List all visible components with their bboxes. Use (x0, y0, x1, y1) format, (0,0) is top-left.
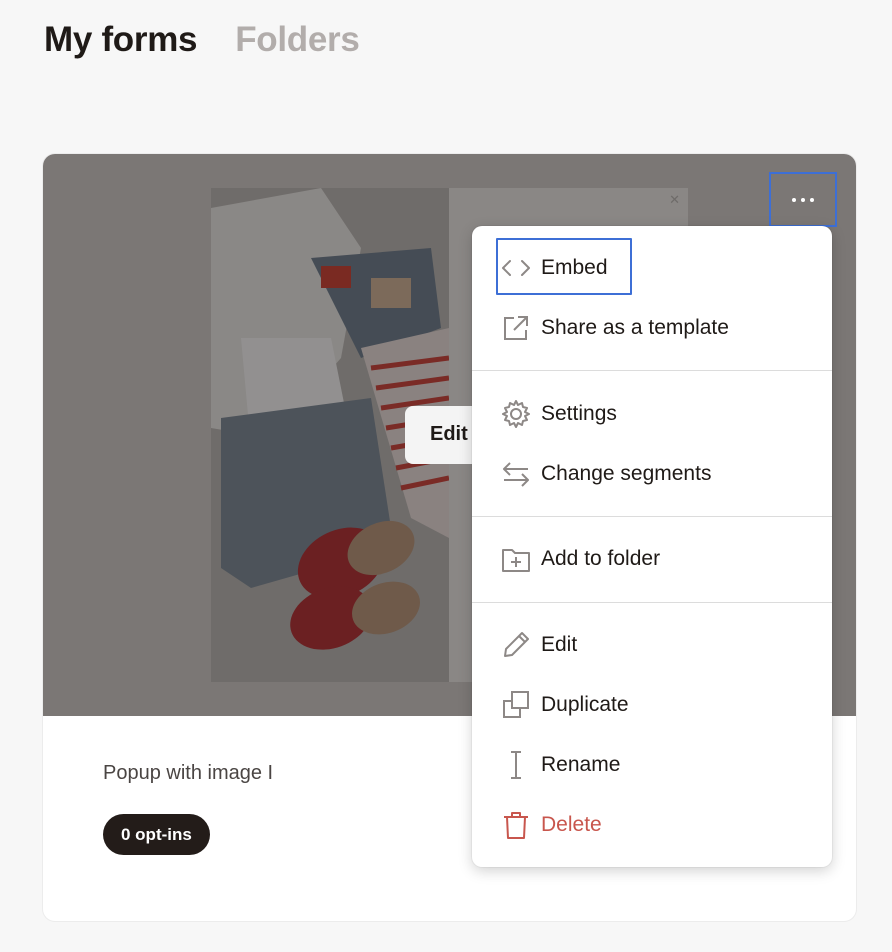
trash-icon (504, 812, 528, 839)
menu-item-label: Embed (541, 256, 608, 279)
menu-item-label: Share as a template (541, 316, 729, 339)
menu-item-share-template[interactable]: Share as a template (472, 298, 832, 358)
external-link-icon (504, 316, 528, 340)
menu-item-label: Duplicate (541, 693, 629, 716)
more-options-button[interactable] (769, 172, 837, 227)
tabs: My forms Folders (44, 20, 360, 60)
menu-item-label: Settings (541, 402, 617, 425)
menu-item-rename[interactable]: Rename (472, 735, 832, 795)
menu-item-settings[interactable]: Settings (472, 384, 832, 444)
pencil-icon (504, 632, 529, 657)
menu-item-label: Edit (541, 633, 578, 656)
menu-item-label: Change segments (541, 462, 712, 485)
folder-plus-icon (502, 549, 530, 572)
menu-divider (472, 370, 832, 371)
menu-divider (472, 602, 832, 603)
tab-my-forms[interactable]: My forms (44, 20, 197, 60)
gear-icon (502, 400, 530, 428)
duplicate-icon (503, 691, 529, 718)
menu-divider (472, 516, 832, 517)
swap-arrows-icon (503, 462, 529, 487)
menu-item-change-segments[interactable]: Change segments (472, 444, 832, 504)
tab-folders[interactable]: Folders (235, 20, 360, 60)
menu-item-label: Add to folder (541, 547, 661, 570)
menu-item-delete[interactable]: Delete (472, 795, 832, 855)
code-icon (502, 260, 530, 276)
menu-item-label: Delete (541, 813, 602, 836)
text-cursor-icon (511, 751, 521, 779)
form-name: Popup with image I (103, 762, 274, 784)
ellipsis-icon (792, 197, 796, 202)
menu-item-label: Rename (541, 753, 621, 776)
menu-item-add-to-folder[interactable]: Add to folder (472, 529, 832, 589)
form-actions-menu: Embed Share as a template Settings Chang… (472, 226, 832, 867)
menu-item-embed[interactable]: Embed (472, 238, 832, 298)
menu-item-duplicate[interactable]: Duplicate (472, 675, 832, 735)
menu-item-edit[interactable]: Edit (472, 615, 832, 675)
close-icon: ✕ (669, 192, 680, 207)
optins-badge: 0 opt-ins (103, 814, 210, 855)
